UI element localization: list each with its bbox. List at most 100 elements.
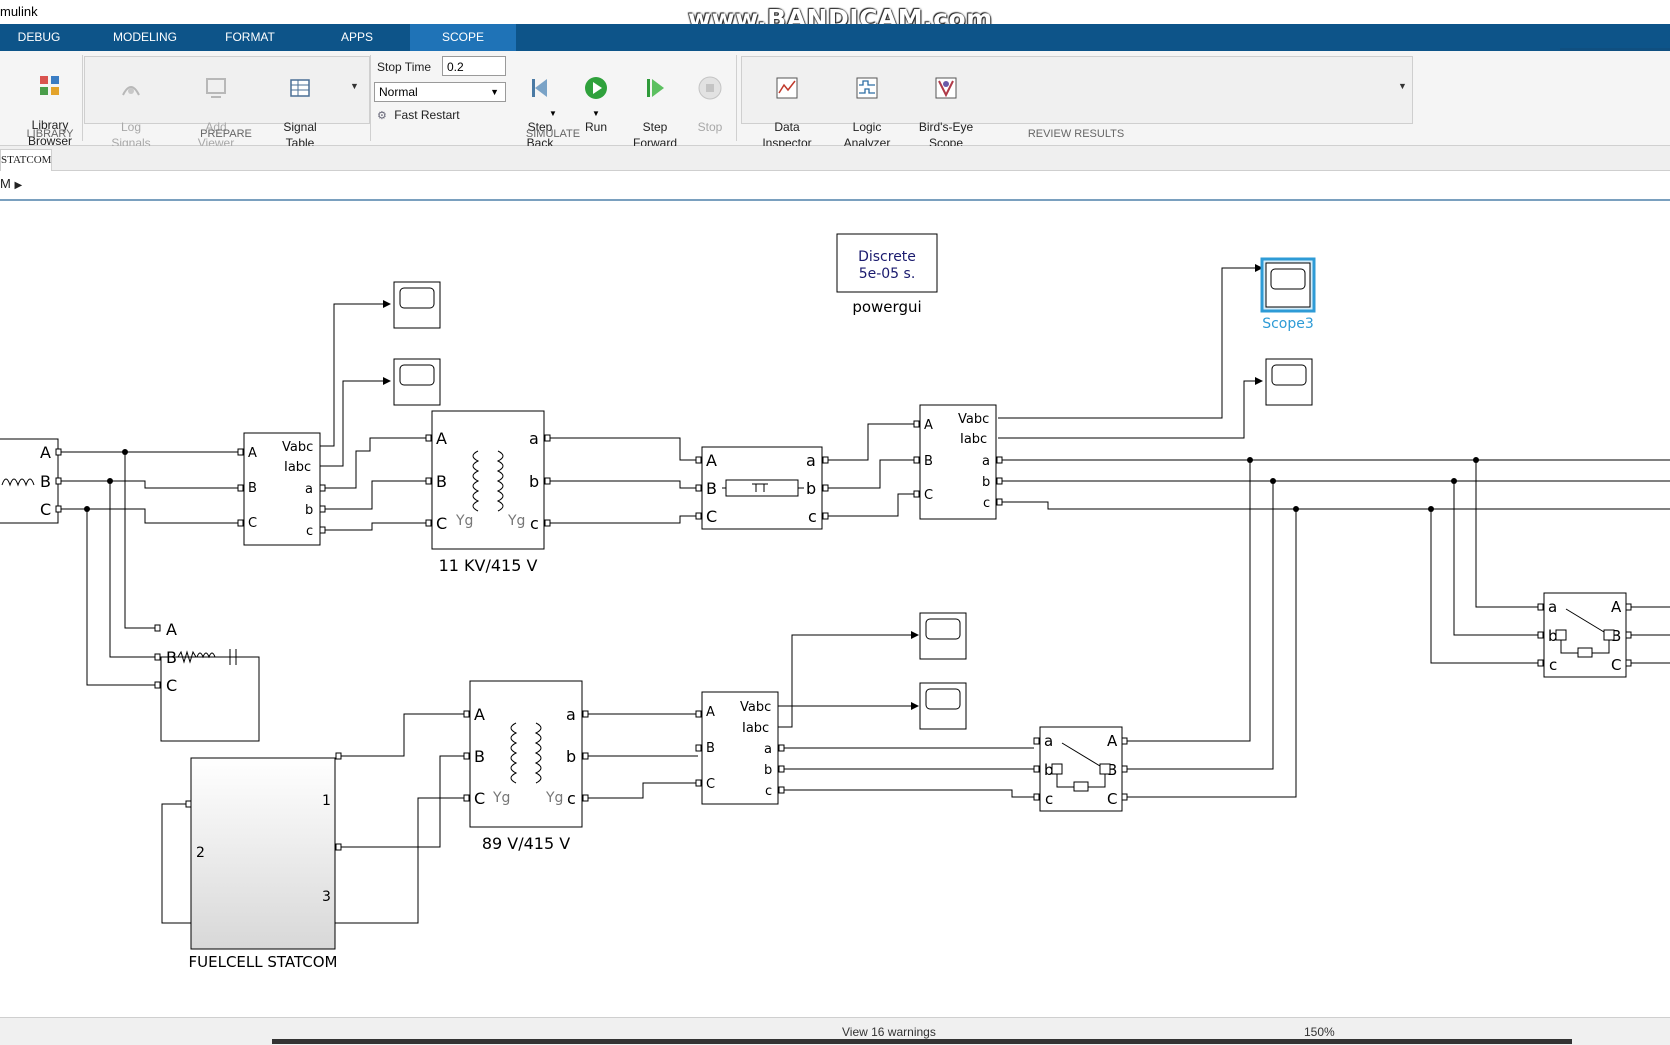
port-label: b xyxy=(566,747,576,766)
simulation-mode-select[interactable]: Normal ▼ xyxy=(374,82,506,102)
tab-format[interactable]: FORMAT xyxy=(208,24,292,51)
port-label: B xyxy=(474,747,485,766)
fuelcell-statcom-subsystem[interactable]: 1 2 3 xyxy=(190,757,336,950)
model-tab-label: STATCOM xyxy=(1,154,52,166)
rlc-load-block[interactable]: A B C xyxy=(160,620,260,742)
block-diagram: A B C A B C Vabc Iabc a b c A B C a b c … xyxy=(0,233,1670,971)
group-divider xyxy=(82,55,83,141)
port-label: A xyxy=(706,705,715,720)
scope3-block[interactable] xyxy=(1260,257,1316,313)
transformer1-label: 11 KV/415 V xyxy=(439,556,538,575)
data-inspector-icon xyxy=(776,77,798,99)
powergui-block[interactable]: Discrete 5e-05 s. xyxy=(836,233,938,293)
port-label: B xyxy=(706,479,717,498)
birds-eye-scope-icon xyxy=(935,77,957,99)
port-label: c xyxy=(1549,656,1557,674)
port-label: A xyxy=(1107,732,1118,750)
model-canvas[interactable]: A B C A B C Vabc Iabc a b c A B C a b c … xyxy=(0,201,1670,1017)
port-label: C xyxy=(474,789,485,808)
port-label: A xyxy=(166,620,177,639)
tab-scope[interactable]: SCOPE xyxy=(410,24,516,51)
tab-apps[interactable]: APPS xyxy=(318,24,396,51)
scope-block[interactable] xyxy=(393,358,441,406)
group-label-library: LIBRARY xyxy=(26,128,74,140)
port-label: c xyxy=(530,514,539,533)
port-label: a xyxy=(1548,598,1557,616)
group-label-prepare: PREPARE xyxy=(200,128,252,140)
fast-restart-toggle[interactable]: ⚙ Fast Restart xyxy=(377,108,460,122)
stop-time-input[interactable]: 0.2 xyxy=(442,56,506,76)
group-label-simulate: SIMULATE xyxy=(525,128,581,140)
logic-analyzer-icon xyxy=(856,77,878,99)
port-label: C xyxy=(166,676,177,695)
transformer2-label: 89 V/415 V xyxy=(482,834,570,853)
vi-measurement-block[interactable]: A B C Vabc Iabc a b c xyxy=(243,432,321,546)
port-label: C xyxy=(706,777,715,792)
run-button[interactable]: Run xyxy=(578,59,614,135)
breadcrumb-arrow-icon: ▶ xyxy=(14,180,23,191)
port-label: B xyxy=(436,472,447,491)
port-label: Vabc xyxy=(958,412,989,427)
tab-statcom-model[interactable]: STATCOM xyxy=(0,149,52,171)
add-viewer-icon xyxy=(206,78,226,98)
vi-measurement-block[interactable]: A B C Vabc Iabc a b c xyxy=(701,691,779,805)
port-label: a xyxy=(982,454,990,469)
vi-measurement-block[interactable]: A B C Vabc Iabc a b c xyxy=(919,404,997,520)
port-label: c xyxy=(808,507,817,526)
port-label: b xyxy=(764,763,772,778)
three-phase-source-block[interactable]: A B C xyxy=(0,438,59,524)
chevron-down-icon: ▼ xyxy=(490,87,499,97)
pi-section-line-block[interactable]: A B C a b c xyxy=(701,446,823,530)
port-label: A xyxy=(248,446,257,461)
transformer-11kv-block[interactable]: A B C a b c Yg Yg xyxy=(431,410,545,550)
port-label: b xyxy=(305,503,313,518)
breadcrumb-item[interactable]: M ▶ xyxy=(0,176,22,191)
powergui-mode: Discrete xyxy=(858,249,916,265)
transformer-89v-block[interactable]: A B C a b c Yg Yg xyxy=(469,680,583,828)
toolstrip-ribbon: Library Browser LIBRARY Log Signals Add … xyxy=(0,51,1670,150)
stop-button[interactable]: Stop xyxy=(692,59,728,135)
scope-block[interactable] xyxy=(1265,358,1313,406)
toolstrip-tab-bar: DEBUG MODELING FORMAT APPS SCOPE 💾 ↶ ↷ ⚲ xyxy=(0,24,1670,75)
scope-block[interactable] xyxy=(919,612,967,660)
tab-debug[interactable]: DEBUG xyxy=(0,24,78,51)
port-label: a xyxy=(806,451,816,470)
run-chevron-icon[interactable]: ▼ xyxy=(592,109,600,118)
simulation-mode-value: Normal xyxy=(379,85,418,99)
document-tab-bar: STATCOM xyxy=(0,146,1670,171)
port-label: b xyxy=(806,479,816,498)
view-warnings-link[interactable]: View 16 warnings xyxy=(842,1025,936,1039)
port-label: a xyxy=(566,705,576,724)
port-label: A xyxy=(706,451,717,470)
group-divider xyxy=(370,55,371,141)
port-label: C xyxy=(924,488,933,503)
port-label: C xyxy=(706,507,717,526)
port-label: a xyxy=(1044,732,1053,750)
tab-modeling[interactable]: MODELING xyxy=(98,24,192,51)
port-label: C xyxy=(1611,656,1621,674)
port-label: Vabc xyxy=(740,700,771,715)
gallery-expand-icon[interactable]: ▼ xyxy=(350,81,359,91)
port-label: c xyxy=(306,524,313,539)
step-back-chevron-icon[interactable]: ▼ xyxy=(549,109,557,118)
window-title: mulink xyxy=(0,4,38,19)
port-label: c xyxy=(1045,790,1053,808)
gallery-expand-icon[interactable]: ▼ xyxy=(1398,81,1407,91)
port-label: A xyxy=(1611,598,1622,616)
breadcrumb: M ▶ xyxy=(0,171,1670,201)
port-label: B xyxy=(924,454,933,469)
winding-label: Yg xyxy=(545,790,563,806)
port-label: 2 xyxy=(196,845,205,861)
scope-block[interactable] xyxy=(919,682,967,730)
port-label: 1 xyxy=(322,793,331,809)
group-divider xyxy=(736,55,737,141)
scope-block[interactable] xyxy=(393,281,441,329)
fuelcell-label: FUELCELL STATCOM xyxy=(189,953,338,971)
step-forward-icon xyxy=(647,79,664,97)
three-phase-breaker-block[interactable]: a b c A B C xyxy=(1543,592,1627,678)
taskbar-edge xyxy=(272,1039,1572,1044)
three-phase-breaker-block[interactable]: a b c A B C xyxy=(1039,726,1123,812)
powergui-sample-time: 5e-05 s. xyxy=(859,266,916,282)
run-icon xyxy=(585,77,607,99)
stop-time-label: Stop Time xyxy=(377,60,432,74)
